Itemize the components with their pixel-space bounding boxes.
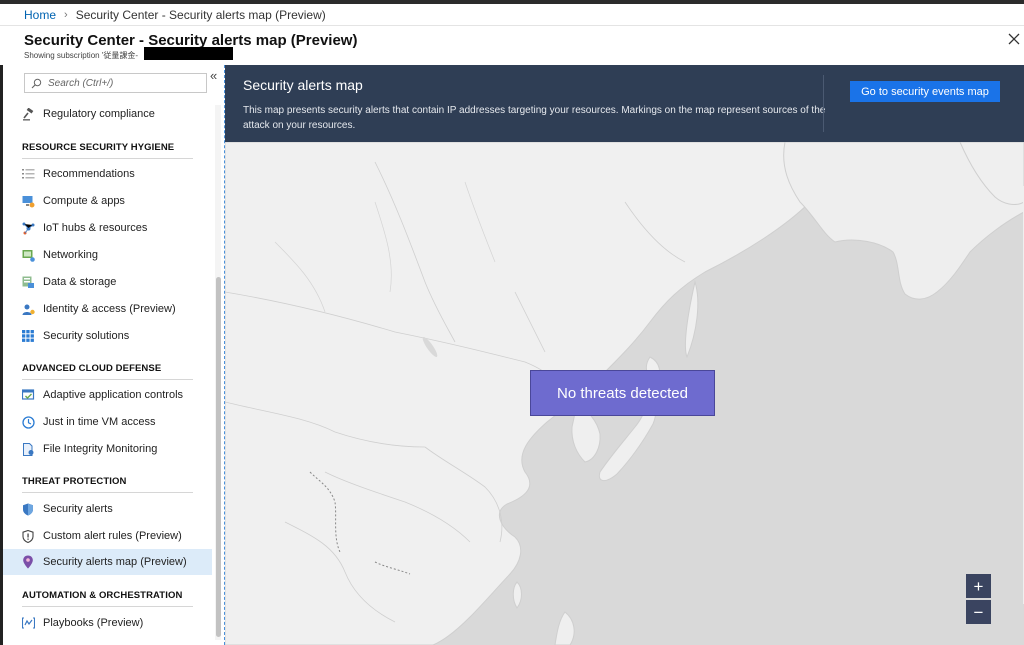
list-icon — [21, 167, 35, 181]
sidebar-item-label: File Integrity Monitoring — [43, 443, 158, 455]
sidebar-item-adaptive-application-controls[interactable]: Adaptive application controls — [3, 382, 212, 408]
identity-icon — [21, 302, 35, 316]
sidebar: Search (Ctrl+/) « Regulatory compliance … — [3, 65, 224, 645]
sidebar-item-label: Custom alert rules (Preview) — [43, 530, 182, 542]
sidebar-item-label: Regulatory compliance — [43, 108, 155, 120]
map-header: Security alerts map This map presents se… — [225, 65, 1024, 142]
chevron-right-icon: › — [64, 8, 68, 21]
sidebar-scrollbar-thumb[interactable] — [216, 277, 221, 637]
sidebar-item-label: IoT hubs & resources — [43, 222, 148, 234]
sidebar-item-label: Adaptive application controls — [43, 389, 184, 401]
sidebar-item-label: Security solutions — [43, 330, 130, 342]
portal-window: Home › Security Center - Security alerts… — [0, 0, 1024, 645]
sidebar-item-just-in-time-vm-access[interactable]: Just in time VM access — [3, 409, 212, 435]
sidebar-item-label: Networking — [43, 249, 99, 261]
sidebar-item-security-alerts-map[interactable]: Security alerts map (Preview) — [3, 549, 212, 575]
sidebar-item-label: Identity & access (Preview) — [43, 303, 176, 315]
search-placeholder: Search (Ctrl+/) — [48, 77, 114, 89]
sidebar-item-label: Compute & apps — [43, 195, 125, 207]
search-icon — [31, 78, 42, 88]
sidebar-item-networking[interactable]: Networking — [3, 242, 212, 268]
section-automation-orchestration: AUTOMATION & ORCHESTRATION — [22, 590, 193, 607]
file-icon — [21, 442, 35, 456]
clock-icon — [21, 415, 35, 429]
zoom-in-button[interactable]: + — [966, 574, 991, 598]
sidebar-item-label: Data & storage — [43, 276, 117, 288]
zoom-out-button[interactable]: − — [966, 600, 991, 624]
close-icon[interactable] — [1006, 31, 1022, 47]
map-title: Security alerts map — [243, 77, 363, 93]
sidebar-item-compute-apps[interactable]: Compute & apps — [3, 188, 212, 214]
sidebar-item-label: Playbooks (Preview) — [43, 617, 144, 629]
sidebar-item-playbooks[interactable]: Playbooks (Preview) — [3, 610, 212, 636]
playbook-icon — [21, 616, 35, 630]
sidebar-item-security-solutions[interactable]: Security solutions — [3, 323, 212, 349]
sidebar-item-recommendations[interactable]: Recommendations — [3, 161, 212, 187]
sidebar-item-regulatory-compliance[interactable]: Regulatory compliance — [3, 101, 212, 127]
search-input[interactable]: Search (Ctrl+/) — [24, 73, 207, 93]
network-icon — [21, 248, 35, 262]
sidebar-item-identity-access[interactable]: Identity & access (Preview) — [3, 296, 212, 322]
breadcrumb: Home › Security Center - Security alerts… — [0, 4, 1024, 26]
gavel-icon — [21, 107, 35, 121]
sidebar-item-label: Security alerts map (Preview) — [43, 556, 187, 568]
grid-icon — [21, 329, 35, 343]
sidebar-item-iot-hubs[interactable]: IoT hubs & resources — [3, 215, 212, 241]
subscription-label: Showing subscription '従量課金- — [24, 51, 139, 60]
sidebar-item-data-storage[interactable]: Data & storage — [3, 269, 212, 295]
sidebar-item-label: Security alerts — [43, 503, 113, 515]
collapse-sidebar-button[interactable]: « — [210, 68, 217, 83]
sidebar-item-label: Recommendations — [43, 168, 135, 180]
breadcrumb-home-link[interactable]: Home — [24, 8, 56, 22]
header-separator — [823, 75, 824, 132]
redacted-subscription-name — [144, 47, 233, 60]
go-to-security-events-map-button[interactable]: Go to security events map — [850, 81, 1000, 102]
map-description: This map presents security alerts that c… — [243, 105, 826, 131]
no-threats-overlay: No threats detected — [530, 370, 715, 416]
app-control-icon — [21, 388, 35, 402]
section-threat-protection: THREAT PROTECTION — [22, 476, 193, 493]
shield-icon — [21, 502, 35, 516]
map-pin-icon — [21, 555, 35, 569]
compute-icon — [21, 194, 35, 208]
section-advanced-cloud-defense: ADVANCED CLOUD DEFENSE — [22, 363, 193, 380]
sidebar-item-security-alerts[interactable]: Security alerts — [3, 496, 212, 522]
sidebar-item-label: Just in time VM access — [43, 416, 156, 428]
sidebar-item-file-integrity-monitoring[interactable]: File Integrity Monitoring — [3, 436, 212, 462]
section-resource-security-hygiene: RESOURCE SECURITY HYGIENE — [22, 142, 193, 159]
database-icon — [21, 275, 35, 289]
alert-rule-icon — [21, 529, 35, 543]
sidebar-item-custom-alert-rules[interactable]: Custom alert rules (Preview) — [3, 523, 212, 549]
security-alerts-map-panel: Security alerts map This map presents se… — [225, 65, 1024, 645]
breadcrumb-current: Security Center - Security alerts map (P… — [75, 7, 326, 22]
iot-icon — [21, 221, 35, 235]
